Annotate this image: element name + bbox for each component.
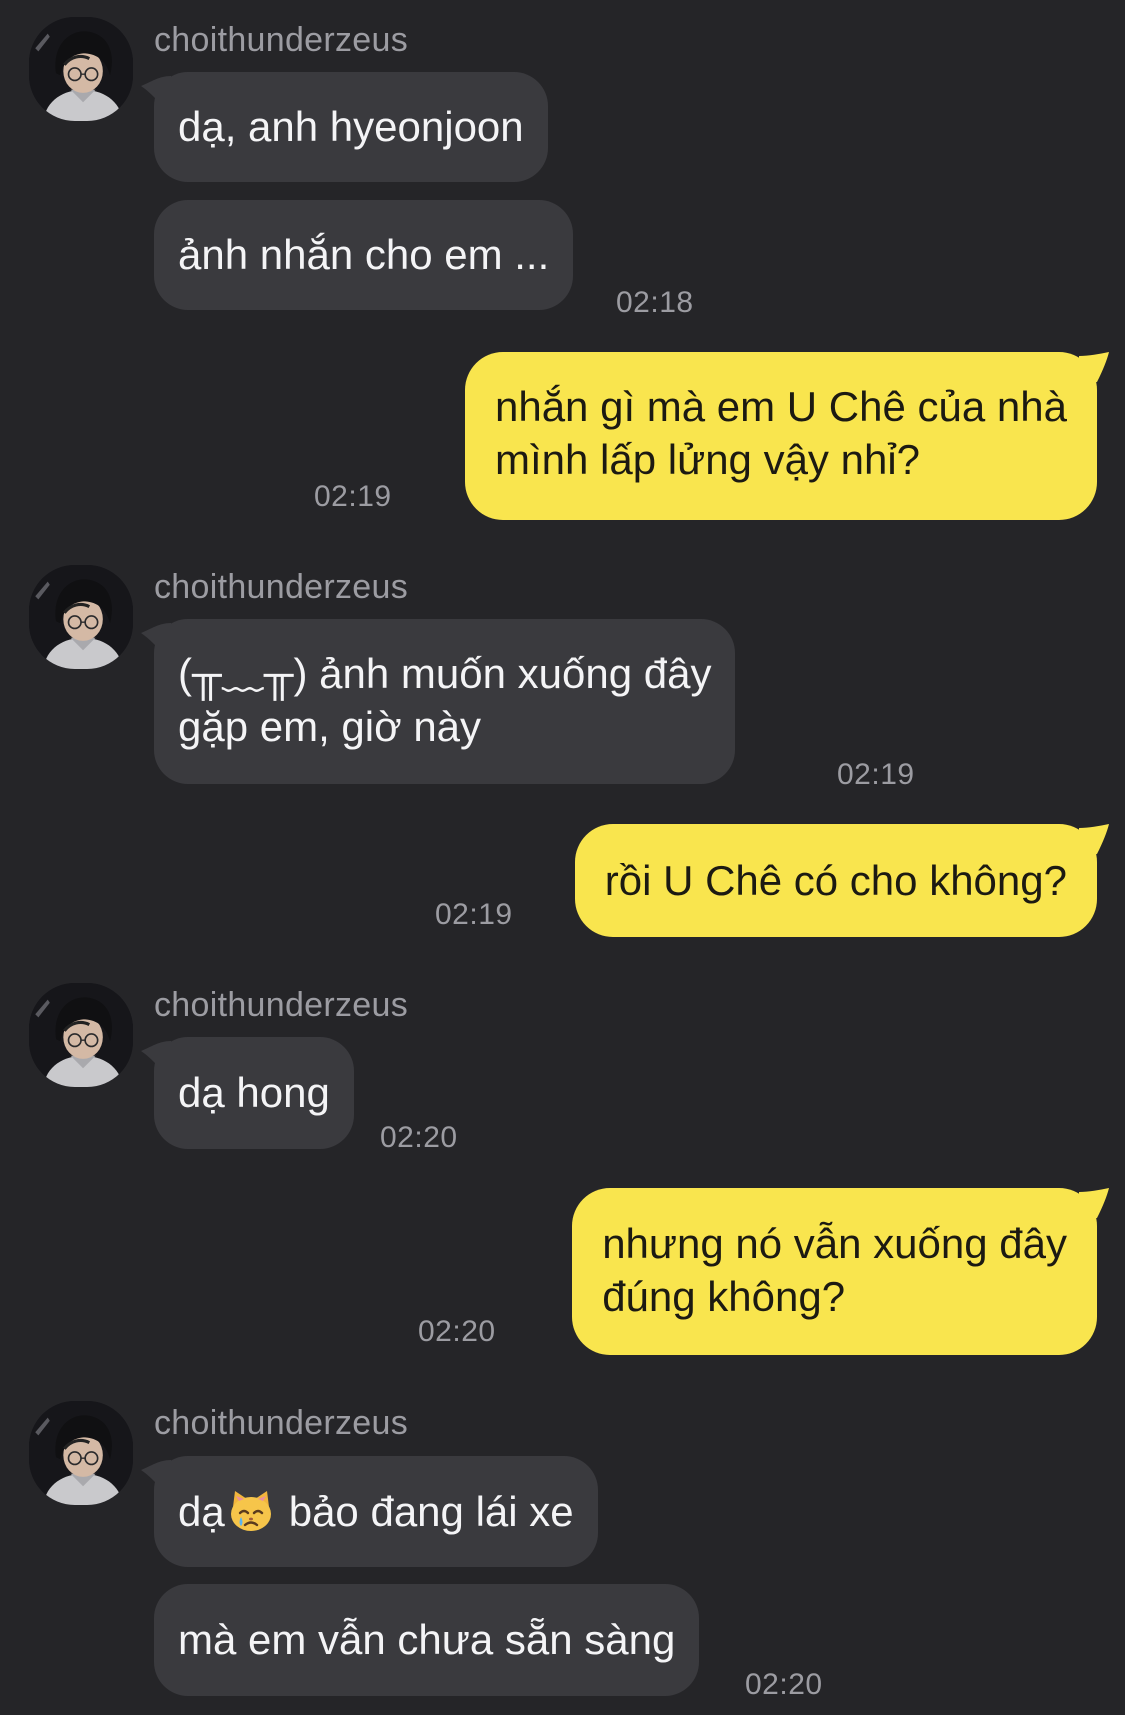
sender-name: choithunderzeus bbox=[154, 986, 409, 1024]
message-text: bảo đang lái xe bbox=[288, 1488, 574, 1535]
bubble-tail bbox=[141, 1460, 171, 1482]
message-timestamp: 02:20 bbox=[745, 1668, 823, 1701]
message-text: ảnh nhắn cho em ... bbox=[178, 231, 550, 278]
bubble-tail bbox=[1079, 352, 1109, 382]
outgoing-message[interactable]: nhắn gì mà em U Chê của nhà mình lấp lửn… bbox=[464, 352, 1109, 520]
incoming-message[interactable]: ảnh nhắn cho em ... bbox=[154, 200, 574, 310]
incoming-message[interactable]: dạ bảo đang lái xe bbox=[141, 1456, 598, 1567]
avatar[interactable] bbox=[29, 565, 133, 669]
message-text-line: mình lấp lửng vậy nhỉ? bbox=[494, 436, 921, 483]
bubble-tail bbox=[1079, 824, 1109, 854]
sender-name: choithunderzeus bbox=[154, 21, 409, 59]
bubble-tail bbox=[141, 76, 171, 98]
sender-name: choithunderzeus bbox=[154, 568, 409, 606]
avatar[interactable] bbox=[29, 1401, 133, 1505]
message-timestamp: 02:20 bbox=[418, 1315, 496, 1348]
message-timestamp: 02:19 bbox=[837, 758, 915, 791]
message-text: dạ bbox=[178, 1488, 225, 1535]
message-text-line: đúng không? bbox=[602, 1273, 846, 1320]
message-timestamp: 02:19 bbox=[435, 898, 513, 931]
bubble-tail bbox=[141, 1041, 171, 1063]
bubble-tail bbox=[141, 623, 171, 645]
incoming-message[interactable]: (╥﹏╥) ảnh muốn xuống đây gặp em, giờ này bbox=[141, 619, 736, 784]
chat-conversation: choithunderzeus dạ, anh hyeonjoon ảnh nh… bbox=[0, 0, 1125, 1715]
message-text-line: gặp em, giờ này bbox=[178, 703, 482, 750]
incoming-message[interactable]: dạ hong bbox=[141, 1037, 354, 1149]
outgoing-message[interactable]: rồi U Chê có cho không? bbox=[574, 824, 1109, 937]
message-text-line: nhưng nó vẫn xuống đây bbox=[602, 1220, 1067, 1267]
avatar[interactable] bbox=[29, 983, 133, 1087]
bubble-tail bbox=[1079, 1188, 1109, 1218]
message-text-line: (╥﹏╥) ảnh muốn xuống đây bbox=[178, 650, 712, 697]
message-timestamp: 02:20 bbox=[380, 1121, 458, 1154]
message-text: mà em vẫn chưa sẵn sàng bbox=[178, 1616, 676, 1663]
outgoing-message[interactable]: nhưng nó vẫn xuống đây đúng không? bbox=[572, 1188, 1109, 1355]
message-timestamp: 02:19 bbox=[314, 480, 392, 513]
crying-cat-face-icon bbox=[227, 1487, 275, 1535]
message-timestamp: 02:18 bbox=[616, 286, 694, 319]
incoming-message[interactable]: mà em vẫn chưa sẵn sàng bbox=[154, 1584, 700, 1696]
message-text: dạ hong bbox=[178, 1069, 330, 1116]
message-text-line: nhắn gì mà em U Chê của nhà bbox=[494, 383, 1067, 430]
avatar[interactable] bbox=[29, 17, 133, 121]
message-text: dạ, anh hyeonjoon bbox=[178, 103, 524, 150]
message-text: rồi U Chê có cho không? bbox=[604, 857, 1067, 904]
sender-name: choithunderzeus bbox=[154, 1404, 409, 1442]
incoming-message[interactable]: dạ, anh hyeonjoon bbox=[141, 72, 548, 182]
